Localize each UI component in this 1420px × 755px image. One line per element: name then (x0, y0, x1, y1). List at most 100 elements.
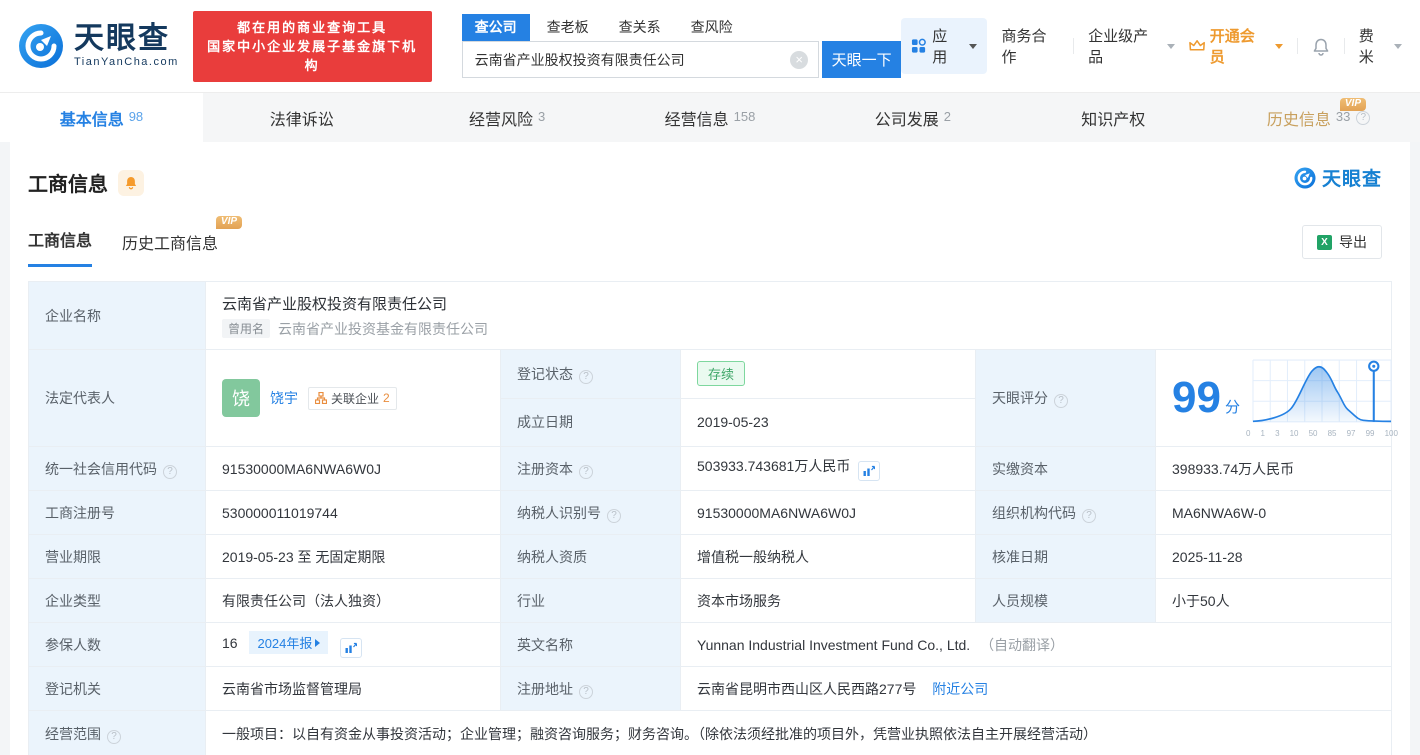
company-name: 云南省产业股权投资有限责任公司 (222, 293, 1375, 314)
nav-enterprise[interactable]: 企业级产品 (1088, 25, 1175, 67)
promo-badge: 都在用的商业查询工具 国家中小企业发展子基金旗下机构 (193, 11, 432, 82)
tab-basic-info[interactable]: 基本信息 98 (0, 93, 203, 142)
help-icon[interactable] (579, 370, 593, 384)
business-info-table: 企业名称 云南省产业股权投资有限责任公司 曾用名 云南省产业投资基金有限责任公司… (28, 281, 1392, 755)
reg-capital-cell: 503933.743681万人民币 (681, 447, 976, 491)
company-name-cell: 云南省产业股权投资有限责任公司 曾用名 云南省产业投资基金有限责任公司 (206, 282, 1392, 350)
subtab-history-business-info[interactable]: VIP 历史工商信息 (122, 230, 218, 267)
taxpayer-no-label: 纳税人识别号 (501, 491, 681, 535)
divider (1344, 38, 1345, 54)
related-companies-badge[interactable]: 关联企业 2 (308, 387, 397, 410)
search-button[interactable]: 天眼一下 (822, 41, 901, 78)
subscribe-bell-icon[interactable] (118, 170, 144, 196)
help-icon[interactable] (579, 465, 593, 479)
vip-badge: VIP (1340, 98, 1366, 111)
taxpayer-no-cell: 91530000MA6NWA6W0J (681, 491, 976, 535)
search-row: × 天眼一下 (462, 41, 902, 78)
annual-report-badge[interactable]: 2024年报 (249, 631, 328, 654)
chevron-down-icon (1275, 44, 1283, 49)
tianyancha-logo[interactable]: 天眼查 TianYanCha.com (18, 23, 179, 69)
reg-status-cell: 存续 (681, 350, 976, 399)
nav-apps-label: 应用 (932, 25, 960, 67)
chevron-right-icon (315, 639, 320, 647)
notification-bell-icon[interactable] (1312, 37, 1330, 56)
search-tab-risk[interactable]: 查风险 (678, 14, 746, 41)
vip-badge: VIP (216, 216, 242, 229)
industry-cell: 资本市场服务 (681, 579, 976, 623)
capital-trend-icon[interactable] (858, 461, 880, 481)
help-icon[interactable] (163, 465, 177, 479)
english-name-cell: Yunnan Industrial Investment Fund Co., L… (681, 623, 1392, 667)
table-row: 经营范围 一般项目：以自有资金从事投资活动；企业管理；融资咨询服务；财务咨询。（… (29, 711, 1392, 755)
divider (1297, 38, 1298, 54)
tab-operational-risk[interactable]: 经营风险 3 (406, 93, 609, 142)
logo-text: 天眼查 TianYanCha.com (74, 24, 179, 68)
section-title: 工商信息 (28, 168, 108, 197)
table-row: 登记机关 云南省市场监督管理局 注册地址 云南省昆明市西山区人民西路277号 附… (29, 667, 1392, 711)
auto-translate-note: （自动翻译） (980, 637, 1064, 653)
english-name-label: 英文名称 (501, 623, 681, 667)
chevron-down-icon (969, 44, 977, 49)
nav-open-vip[interactable]: 开通会员 (1189, 25, 1283, 67)
paid-capital-cell: 398933.74万人民币 (1156, 447, 1392, 491)
legal-rep-link[interactable]: 饶宇 (270, 388, 298, 408)
credit-code-cell: 91530000MA6NWA6W0J (206, 447, 501, 491)
watermark-label: 天眼查 (1322, 164, 1382, 191)
tianyancha-watermark-icon (1294, 167, 1316, 189)
org-code-label: 组织机构代码 (976, 491, 1156, 535)
avatar[interactable]: 饶 (222, 379, 260, 417)
nav-cooperation[interactable]: 商务合作 (1001, 25, 1059, 67)
nav-user[interactable]: 费米 (1359, 25, 1402, 67)
business-scope-label: 经营范围 (29, 711, 206, 755)
establish-date-label: 成立日期 (501, 398, 681, 447)
tab-company-development[interactable]: 公司发展 2 (811, 93, 1014, 142)
help-icon[interactable] (1356, 111, 1370, 125)
search-input[interactable] (463, 42, 819, 77)
business-scope-cell: 一般项目：以自有资金从事投资活动；企业管理；融资咨询服务；财务咨询。（除依法须经… (206, 711, 1392, 755)
search-tabs: 查公司 查老板 查关系 查风险 (462, 14, 902, 41)
top-header: 天眼查 TianYanCha.com 都在用的商业查询工具 国家中小企业发展子基… (0, 0, 1420, 92)
table-row: 工商注册号 530000011019744 纳税人识别号 91530000MA6… (29, 491, 1392, 535)
divider (1073, 38, 1074, 54)
taxpayer-quality-cell: 增值税一般纳税人 (681, 535, 976, 579)
search-tab-relation[interactable]: 查关系 (606, 14, 674, 41)
search-input-wrap: × (462, 41, 820, 78)
search-tab-company[interactable]: 查公司 (462, 14, 530, 41)
status-badge: 存续 (697, 361, 745, 386)
clear-search-icon[interactable]: × (790, 51, 808, 69)
nearby-companies-link[interactable]: 附近公司 (932, 681, 988, 697)
subtab-business-info[interactable]: 工商信息 (28, 227, 92, 267)
tab-legal-proceedings[interactable]: 法律诉讼 (203, 93, 406, 142)
tab-business-info[interactable]: 经营信息 158 (609, 93, 812, 142)
help-icon[interactable] (1054, 394, 1068, 408)
score-label: 天眼评分 (976, 350, 1156, 447)
search-tab-boss[interactable]: 查老板 (534, 14, 602, 41)
tab-intellectual-property[interactable]: 知识产权 (1014, 93, 1217, 142)
apps-grid-icon (911, 38, 926, 54)
reg-no-label: 工商注册号 (29, 491, 206, 535)
former-name-badge: 曾用名 (222, 319, 270, 338)
reg-authority-cell: 云南省市场监督管理局 (206, 667, 501, 711)
insured-trend-icon[interactable] (340, 638, 362, 658)
excel-icon (1317, 235, 1332, 250)
chevron-down-icon (1167, 44, 1175, 49)
help-icon[interactable] (107, 730, 121, 744)
help-icon[interactable] (579, 685, 593, 699)
help-icon[interactable] (607, 509, 621, 523)
table-row: 营业期限 2019-05-23 至 无固定期限 纳税人资质 增值税一般纳税人 核… (29, 535, 1392, 579)
staff-scale-label: 人员规模 (976, 579, 1156, 623)
export-button[interactable]: 导出 (1302, 225, 1382, 259)
nav-apps[interactable]: 应用 (901, 18, 987, 74)
help-icon[interactable] (1082, 509, 1096, 523)
org-chart-icon (315, 392, 327, 404)
credit-code-label: 统一社会信用代码 (29, 447, 206, 491)
score-distribution-chart[interactable]: 0131050859799100 (1244, 358, 1400, 438)
reg-address-cell: 云南省昆明市西山区人民西路277号 附近公司 (681, 667, 1392, 711)
tab-historical-info[interactable]: VIP 历史信息 33 (1217, 93, 1420, 142)
reg-no-cell: 530000011019744 (206, 491, 501, 535)
table-row: 企业名称 云南省产业股权投资有限责任公司 曾用名 云南省产业投资基金有限责任公司 (29, 282, 1392, 350)
industry-label: 行业 (501, 579, 681, 623)
score-unit: 分 (1225, 396, 1240, 417)
insured-num-label: 参保人数 (29, 623, 206, 667)
reg-status-label: 登记状态 (501, 350, 681, 399)
